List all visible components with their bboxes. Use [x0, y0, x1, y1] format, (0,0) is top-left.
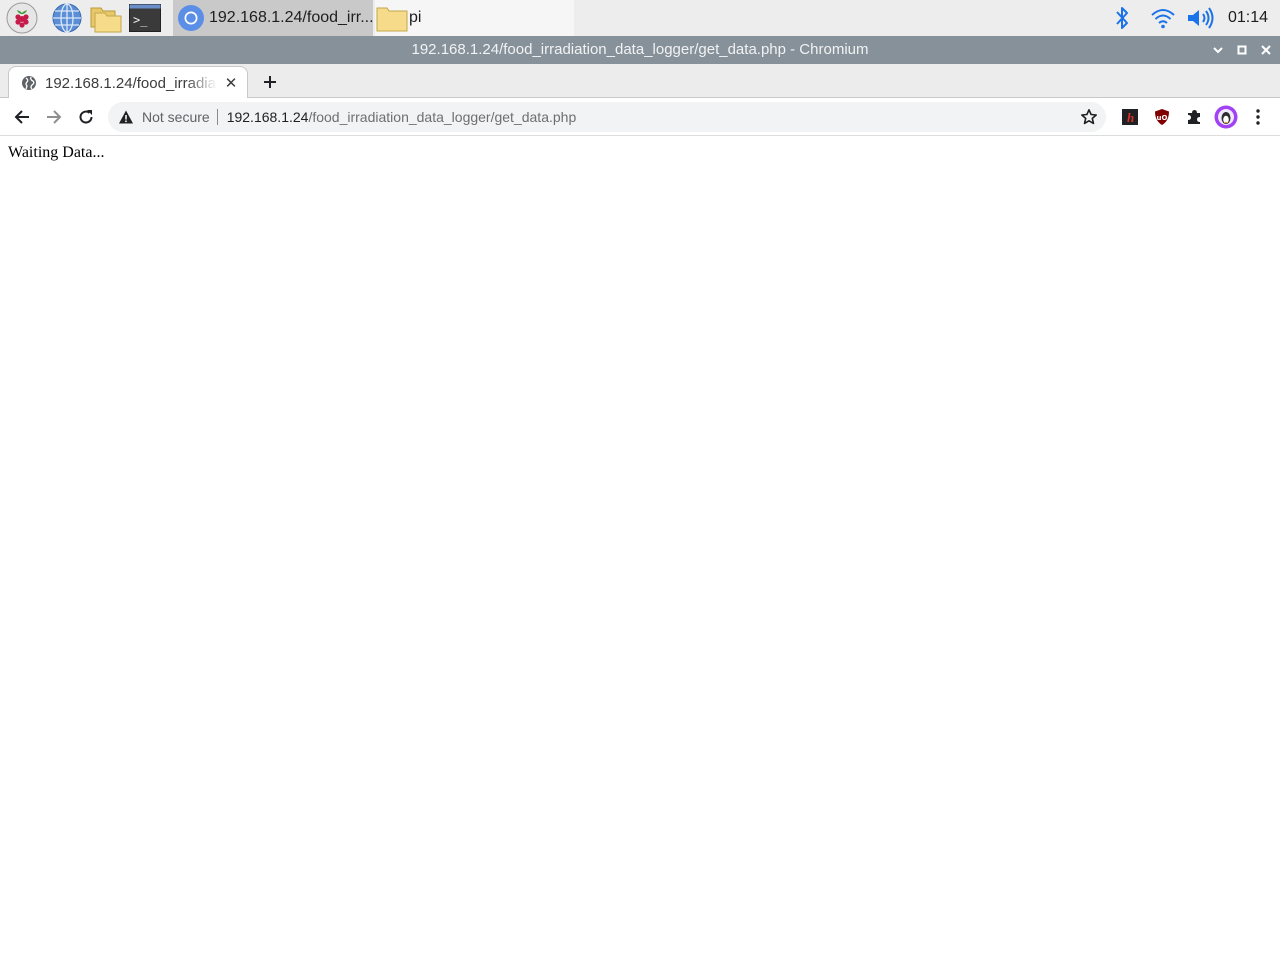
folder-icon	[376, 4, 408, 32]
security-status-label[interactable]: Not secure	[142, 109, 210, 125]
arrow-left-icon	[14, 110, 29, 124]
minimize-icon[interactable]	[1206, 36, 1230, 64]
forward-button[interactable]	[40, 103, 68, 131]
tab-title: 192.168.1.24/food_irradiation_data_logge…	[45, 74, 217, 92]
volume-icon[interactable]	[1186, 6, 1216, 30]
taskbar: >_ 192.168.1.24/food_irr... pi 01:14	[0, 0, 1280, 36]
address-bar[interactable]: Not secure 192.168.1.24/food_irradiation…	[108, 102, 1106, 132]
omnibox-separator	[216, 109, 218, 125]
system-tray	[1110, 0, 1216, 36]
page-content: Waiting Data...	[0, 137, 1280, 960]
taskbar-task-chromium[interactable]: 192.168.1.24/food_irr...	[173, 0, 373, 36]
svg-text:h: h	[1127, 110, 1134, 125]
window-title: 192.168.1.24/food_irradiation_data_logge…	[411, 41, 869, 58]
bluetooth-icon[interactable]	[1110, 5, 1134, 31]
browser-tab[interactable]: 192.168.1.24/food_irradiation_data_logge…	[8, 66, 248, 99]
warning-triangle-icon[interactable]	[118, 109, 134, 125]
maximize-icon[interactable]	[1230, 36, 1254, 64]
raspberry-menu-icon[interactable]	[4, 2, 40, 34]
taskbar-task-label: 192.168.1.24/food_irr...	[209, 9, 373, 26]
taskbar-clock[interactable]: 01:14	[1228, 0, 1268, 36]
globe-favicon-icon	[21, 75, 37, 91]
profile-avatar-icon[interactable]	[1214, 105, 1238, 129]
url-host: 192.168.1.24	[226, 109, 309, 125]
url-path: /food_irradiation_data_logger/get_data.p…	[308, 109, 577, 125]
new-tab-button[interactable]	[258, 70, 282, 94]
h-extension-icon[interactable]: h	[1119, 106, 1141, 128]
arrow-right-icon	[47, 110, 62, 124]
extensions-puzzle-icon[interactable]	[1183, 106, 1205, 128]
taskbar-task-label: pi	[409, 9, 422, 26]
ublock-origin-icon[interactable]: uO	[1151, 106, 1173, 128]
back-button[interactable]	[8, 103, 36, 131]
wifi-icon[interactable]	[1148, 6, 1178, 30]
svg-text:>_: >_	[133, 13, 148, 27]
plus-icon	[264, 76, 276, 88]
tab-close-icon[interactable]: ✕	[221, 73, 241, 93]
svg-text:uO: uO	[1157, 114, 1168, 122]
browser-toolbar: Not secure 192.168.1.24/food_irradiation…	[0, 98, 1280, 136]
terminal-icon[interactable]: >_	[128, 2, 162, 34]
chromium-icon	[177, 4, 205, 32]
web-browser-icon[interactable]	[50, 2, 84, 34]
window-titlebar[interactable]: 192.168.1.24/food_irradiation_data_logge…	[0, 36, 1280, 64]
chrome-menu-icon[interactable]	[1248, 106, 1268, 128]
close-icon[interactable]	[1254, 36, 1278, 64]
reload-button[interactable]	[72, 103, 100, 131]
file-manager-icon[interactable]	[88, 2, 124, 34]
bookmark-star-icon[interactable]	[1080, 108, 1098, 126]
page-status-text: Waiting Data...	[8, 144, 105, 161]
reload-icon	[79, 110, 93, 124]
taskbar-task-pi-folder[interactable]: pi	[375, 0, 574, 36]
tab-strip: 192.168.1.24/food_irradiation_data_logge…	[0, 64, 1280, 99]
